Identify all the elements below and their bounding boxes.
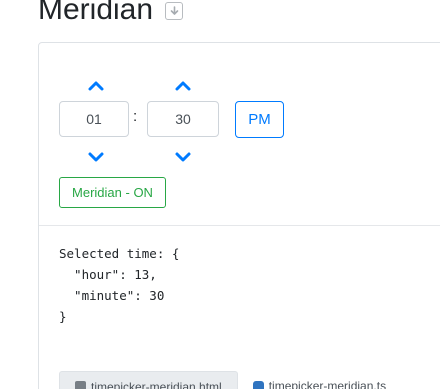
meridian-on-button[interactable]: Meridian - ON: [59, 177, 166, 208]
tab-ts-label: timepicker-meridian.ts: [268, 379, 387, 389]
hours-decrement-chevron-down-icon[interactable]: [87, 150, 105, 164]
meridian-toggle-button[interactable]: PM: [235, 101, 284, 138]
typescript-file-icon: [252, 380, 264, 389]
page: Meridian 01 : 30 PM Meridian - ON Select…: [0, 0, 440, 389]
example-card: [38, 42, 440, 389]
card-divider: [39, 225, 440, 226]
selected-time-output: Selected time: { "hour": 13, "minute": 3…: [59, 246, 180, 324]
minutes-increment-chevron-up-icon[interactable]: [174, 79, 192, 93]
html-file-icon: [75, 381, 86, 389]
tab-html[interactable]: timepicker-meridian.html: [59, 371, 238, 389]
minutes-input[interactable]: 30: [147, 101, 219, 137]
hours-input[interactable]: 01: [59, 101, 129, 137]
download-icon[interactable]: [165, 2, 184, 20]
page-heading: Meridian: [38, 0, 184, 32]
hours-increment-chevron-up-icon[interactable]: [87, 79, 105, 93]
tab-ts[interactable]: timepicker-meridian.ts: [238, 371, 401, 389]
time-separator: :: [133, 108, 138, 125]
page-title: Meridian: [38, 0, 154, 26]
source-tabs: timepicker-meridian.html timepicker-meri…: [59, 371, 401, 389]
tab-html-label: timepicker-meridian.html: [91, 379, 222, 389]
minutes-decrement-chevron-down-icon[interactable]: [174, 150, 192, 164]
